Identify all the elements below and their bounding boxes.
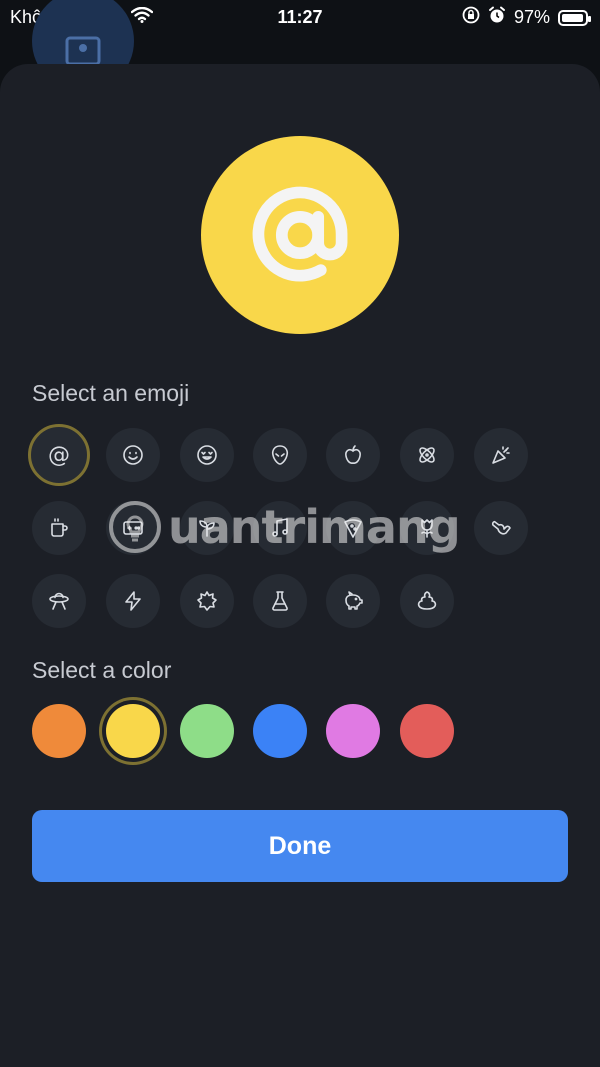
heart-eyes-face-icon — [197, 445, 217, 465]
ufo-icon — [49, 592, 69, 610]
battery-icon — [558, 9, 591, 26]
emoji-option-coffee[interactable] — [32, 501, 86, 555]
apple-icon — [345, 445, 361, 464]
color-swatch-pink[interactable] — [326, 704, 380, 758]
emoji-option-poop[interactable] — [400, 574, 454, 628]
at-sign-icon: @ — [48, 442, 70, 468]
emoji-section-label: Select an emoji — [32, 380, 190, 406]
shaka-hand-icon — [491, 520, 511, 535]
game-console-icon — [123, 521, 143, 535]
color-swatch-orange[interactable] — [32, 704, 86, 758]
emoji-option-sprout[interactable] — [180, 501, 234, 555]
pizza-slice-icon — [344, 519, 362, 538]
emoji-option-heart-eyes[interactable] — [180, 428, 234, 482]
alien-icon — [271, 445, 289, 465]
emoji-option-atom[interactable] — [400, 428, 454, 482]
tulip-icon — [421, 519, 433, 538]
emoji-option-tulip[interactable] — [400, 501, 454, 555]
battery-percent: 97% — [513, 7, 550, 27]
orientation-lock-icon — [462, 6, 480, 29]
coffee-mug-icon — [51, 518, 68, 537]
emoji-option-ufo[interactable] — [32, 574, 86, 628]
color-swatch-green[interactable] — [180, 704, 234, 758]
emoji-option-party-popper[interactable] — [474, 428, 528, 482]
emoji-option-game-console[interactable] — [106, 501, 160, 555]
piggy-bank-icon — [345, 591, 363, 610]
emoji-option-at[interactable]: @ — [28, 424, 90, 486]
color-swatch-blue[interactable] — [253, 704, 307, 758]
emoji-option-burst[interactable] — [180, 574, 234, 628]
emoji-option-flask[interactable] — [253, 574, 307, 628]
emoji-option-alien[interactable] — [253, 428, 307, 482]
burst-badge-icon — [197, 591, 217, 611]
emoji-option-piggy-bank[interactable] — [326, 574, 380, 628]
music-note-icon — [272, 518, 288, 537]
emoji-picker-sheet: Select an emoji @ Select a color Done — [0, 64, 600, 1067]
color-swatch-red[interactable] — [400, 704, 454, 758]
done-button[interactable]: Done — [32, 810, 568, 882]
lightning-bolt-icon — [125, 591, 141, 611]
sprout-icon — [199, 520, 215, 537]
poop-icon — [417, 591, 437, 610]
at-sign-icon — [252, 186, 348, 282]
emoji-option-apple[interactable] — [326, 428, 380, 482]
avatar-preview — [201, 136, 399, 334]
alarm-icon — [488, 6, 506, 29]
contact-card-icon — [65, 36, 101, 66]
emoji-option-lightning[interactable] — [106, 574, 160, 628]
emoji-option-pizza[interactable] — [326, 501, 380, 555]
emoji-option-smiley[interactable] — [106, 428, 160, 482]
emoji-option-music[interactable] — [253, 501, 307, 555]
atom-icon — [419, 447, 435, 463]
color-section-label: Select a color — [32, 657, 172, 683]
smiley-face-icon — [123, 445, 143, 465]
color-swatch-yellow[interactable] — [106, 704, 160, 758]
emoji-option-shaka[interactable] — [474, 501, 528, 555]
flask-icon — [272, 591, 288, 611]
party-popper-icon — [492, 446, 510, 464]
